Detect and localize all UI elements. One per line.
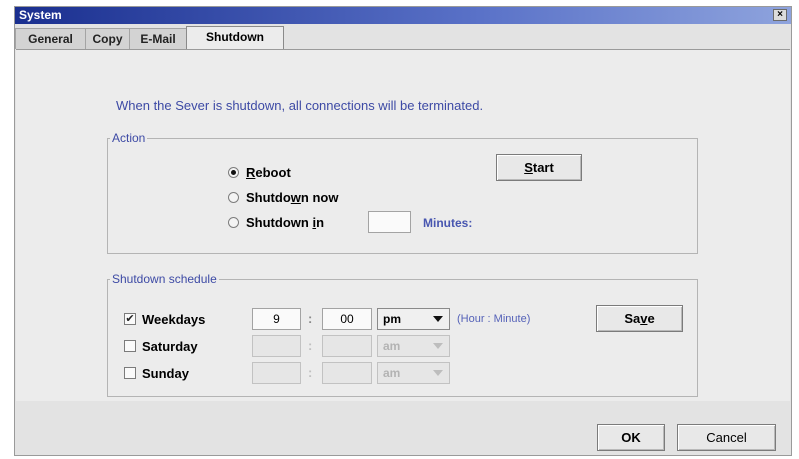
shutdown-in-radio[interactable]: Shutdown in <box>228 212 324 232</box>
ok-button[interactable]: OK <box>597 424 665 451</box>
tab-copy[interactable]: Copy <box>85 28 130 49</box>
sunday-ampm-value: am <box>383 366 401 380</box>
window-title: System <box>19 8 62 22</box>
time-separator: : <box>308 311 313 326</box>
shutdown-now-radio[interactable]: Shutdown now <box>228 187 338 207</box>
saturday-label: Saturday <box>142 338 198 354</box>
sunday-label: Sunday <box>142 365 189 381</box>
title-bar[interactable]: System × <box>15 7 791 24</box>
weekdays-minute-input[interactable]: 00 <box>322 308 372 330</box>
weekdays-ampm-value: pm <box>383 312 401 326</box>
sunday-hour-input[interactable] <box>252 362 301 384</box>
radio-selected-icon <box>228 166 239 178</box>
radio-unselected-icon <box>228 191 239 203</box>
sunday-ampm-select[interactable]: am <box>377 362 450 384</box>
time-separator: : <box>308 338 313 353</box>
checkbox-empty-icon <box>124 340 136 352</box>
action-group: Action <box>107 131 698 254</box>
minutes-input[interactable] <box>368 211 411 233</box>
weekdays-hour-input[interactable]: 9 <box>252 308 301 330</box>
minutes-label: Minutes: <box>423 216 473 230</box>
start-button[interactable]: Start <box>496 154 582 181</box>
tab-email[interactable]: E-Mail <box>129 28 187 49</box>
dropdown-arrow-icon <box>433 343 443 349</box>
reboot-label: Reboot <box>246 164 291 180</box>
dropdown-arrow-icon <box>433 316 443 322</box>
schedule-legend: Shutdown schedule <box>112 272 217 286</box>
sunday-checkbox[interactable]: Sunday <box>124 363 189 383</box>
reboot-radio[interactable]: Reboot <box>228 162 291 182</box>
checkbox-empty-icon <box>124 367 136 379</box>
system-dialog: System × General Copy E-Mail Shutdown Wh… <box>14 6 792 456</box>
checkmark-icon: ✔ <box>124 313 136 325</box>
close-icon: × <box>777 9 783 20</box>
sunday-minute-input[interactable] <box>322 362 372 384</box>
shutdown-panel: When the Sever is shutdown, all connecti… <box>16 49 790 401</box>
shutdown-in-label: Shutdown in <box>246 214 325 230</box>
action-legend: Action <box>112 131 146 145</box>
info-message: When the Sever is shutdown, all connecti… <box>116 98 484 113</box>
close-button[interactable]: × <box>773 9 787 21</box>
time-separator: : <box>308 365 313 380</box>
time-format-hint: (Hour : Minute) <box>457 313 531 325</box>
dropdown-arrow-icon <box>433 370 443 376</box>
saturday-checkbox[interactable]: Saturday <box>124 336 198 356</box>
cancel-button[interactable]: Cancel <box>677 424 776 451</box>
radio-unselected-icon <box>228 216 239 228</box>
saturday-hour-input[interactable] <box>252 335 301 357</box>
saturday-ampm-value: am <box>383 339 401 353</box>
weekdays-ampm-select[interactable]: pm <box>377 308 450 330</box>
saturday-ampm-select[interactable]: am <box>377 335 450 357</box>
tab-shutdown[interactable]: Shutdown <box>186 26 284 50</box>
saturday-minute-input[interactable] <box>322 335 372 357</box>
save-button[interactable]: Save <box>596 305 683 332</box>
weekdays-label: Weekdays <box>142 311 206 327</box>
shutdown-now-label: Shutdown now <box>246 189 339 205</box>
tab-general[interactable]: General <box>15 28 86 49</box>
weekdays-checkbox[interactable]: ✔ Weekdays <box>124 309 205 329</box>
